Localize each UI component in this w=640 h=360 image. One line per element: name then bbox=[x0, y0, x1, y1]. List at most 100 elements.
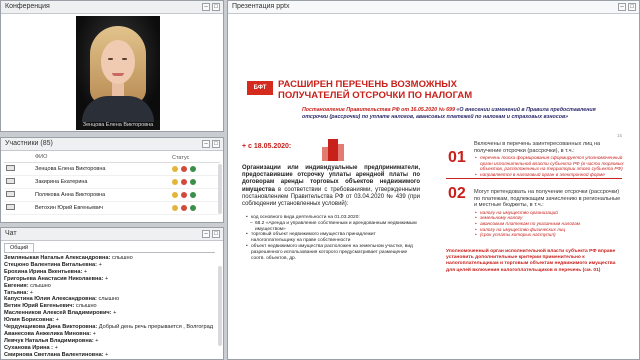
slide: БФТ РАСШИРЕН ПЕРЕЧЕНЬ ВОЗМОЖНЫХ ПОЛУЧАТЕ… bbox=[242, 73, 628, 293]
slide-red-item: (срок уплаты которых наступил) bbox=[474, 232, 624, 238]
participant-status bbox=[172, 166, 220, 172]
chat-text: + bbox=[54, 317, 59, 324]
chat-text: + bbox=[93, 337, 99, 344]
table-row[interactable]: Полякова Анна Викторовна bbox=[4, 189, 220, 202]
participants-title: Участники (85) bbox=[5, 140, 53, 147]
video-feed[interactable]: Зенцова Елена Викторовна bbox=[76, 16, 160, 130]
chat-author: Стецюно Валентина Витальевна: bbox=[4, 261, 98, 268]
chat-message: Левчук Наталья Владимировна: + bbox=[4, 338, 215, 345]
chat-author: Евгения: bbox=[4, 282, 29, 289]
chat-author: Смирнова Светлана Валентиновна: bbox=[4, 351, 104, 358]
participant-status bbox=[172, 179, 220, 185]
chat-text: + bbox=[53, 344, 58, 351]
participants-header: Участники (85) – □ bbox=[1, 138, 223, 151]
chat-author: Чердунщикова Дина Викторовна: bbox=[4, 324, 98, 331]
chat-text: слышно bbox=[28, 282, 51, 289]
participants-table-header: ФИО Статус bbox=[4, 154, 220, 163]
column-header-status[interactable]: Статус bbox=[172, 154, 220, 162]
chat-message: Аванесова Анжелика Миновна: + bbox=[4, 331, 215, 338]
chat-author: Ерохина Ирина Вкентьевна: bbox=[4, 268, 83, 275]
chat-text: слышно bbox=[110, 255, 133, 261]
participants-scrollbar[interactable] bbox=[218, 164, 222, 214]
chat-text: слышно bbox=[96, 296, 120, 303]
chat-message: Чердунщикова Дина Викторовна: Добрый ден… bbox=[4, 324, 215, 331]
bft-logo: БФТ bbox=[247, 81, 273, 95]
chat-text: Добрый день речь прерывается , Волгоград bbox=[97, 324, 213, 331]
chat-author: Аванесова Анжелика Миновна: bbox=[4, 330, 92, 337]
chat-author: Суханова Ирина : bbox=[4, 344, 54, 351]
participant-name: Закирина Екатерина bbox=[35, 179, 88, 185]
chat-message: Григорьева Анастасия Николаевна: + bbox=[4, 276, 215, 283]
status-icon[interactable] bbox=[181, 179, 187, 185]
slide-block-02: Могут претендовать на получение отсрочки… bbox=[474, 189, 624, 238]
chat-message: Евгения: слышно bbox=[4, 283, 215, 290]
slide-bullet-list: код основного вида деятельности на 01.03… bbox=[246, 215, 418, 261]
status-icon[interactable] bbox=[190, 166, 196, 172]
status-icon[interactable] bbox=[190, 192, 196, 198]
participant-name: Полякова Анна Викторовна bbox=[35, 192, 106, 198]
maximize-icon[interactable]: □ bbox=[212, 230, 220, 238]
participant-status bbox=[172, 192, 220, 198]
table-row[interactable]: Закирина Екатерина bbox=[4, 176, 220, 189]
chat-author: Масленников Алексей Владимирович: bbox=[4, 310, 112, 317]
chat-author: Юлия Борисовна: bbox=[4, 317, 55, 324]
chat-header: Чат – □ bbox=[1, 228, 223, 241]
participant-icon bbox=[6, 178, 15, 184]
presentation-header: Презентация pptx – □ bbox=[228, 1, 639, 14]
chat-author: Григорьева Анастасия Николаевна: bbox=[4, 275, 104, 282]
minimize-icon[interactable]: – bbox=[202, 230, 210, 238]
minimize-icon[interactable]: – bbox=[618, 3, 626, 11]
chat-tab-general[interactable]: Общий bbox=[4, 243, 35, 252]
slide-divider bbox=[446, 178, 622, 179]
conference-title: Конференция bbox=[5, 3, 50, 10]
status-icon[interactable] bbox=[172, 205, 178, 211]
chat-author: Ветин Юрий Евгеньевич: bbox=[4, 303, 75, 310]
slide-note: Уполномоченный орган исполнительной влас… bbox=[446, 249, 616, 273]
status-icon[interactable] bbox=[181, 166, 187, 172]
maximize-icon[interactable]: □ bbox=[212, 140, 220, 148]
slide-page-number: 15 bbox=[616, 133, 622, 138]
chat-message: Ерохина Ирина Вкентьевна: + bbox=[4, 269, 215, 276]
chat-title: Чат bbox=[5, 230, 17, 237]
maximize-icon[interactable]: □ bbox=[212, 3, 220, 11]
status-icon[interactable] bbox=[190, 205, 196, 211]
slide-bullet: 68.2 «Аренда и управление собственным и … bbox=[246, 221, 418, 233]
status-icon[interactable] bbox=[181, 192, 187, 198]
participant-status bbox=[172, 205, 220, 211]
participant-icon bbox=[6, 204, 15, 210]
status-icon[interactable] bbox=[172, 179, 178, 185]
chat-message: Масленников Алексей Владимирович: + bbox=[4, 310, 215, 317]
chat-author: Татьяна: bbox=[4, 289, 29, 296]
conference-header: Конференция – □ bbox=[1, 1, 223, 14]
slide-block-01: Включены в перечень заинтересованных лиц… bbox=[474, 141, 624, 178]
table-row[interactable]: Зенцова Елена Викторовна bbox=[4, 163, 220, 176]
chat-messages: Земляныкая Наталья Александровна: слышно… bbox=[4, 252, 215, 358]
chat-text: слышно bbox=[74, 303, 97, 310]
slide-lead-text: Организации или индивидуальные предприни… bbox=[242, 165, 420, 208]
table-row[interactable]: Ветохин Юрий Евгеньевич bbox=[4, 202, 220, 215]
maximize-icon[interactable]: □ bbox=[628, 3, 636, 11]
chat-author: Капустина Юлия Александровна: bbox=[4, 296, 97, 303]
participant-name: Зенцова Елена Викторовна bbox=[35, 166, 106, 172]
chat-text: + bbox=[97, 261, 102, 268]
slide-number-02: 02 bbox=[448, 185, 466, 202]
chat-message: Земляныкая Наталья Александровна: слышно bbox=[4, 255, 215, 262]
minimize-icon[interactable]: – bbox=[202, 3, 210, 11]
slide-title: РАСШИРЕН ПЕРЕЧЕНЬ ВОЗМОЖНЫХ ПОЛУЧАТЕЛЕЙ … bbox=[278, 79, 473, 101]
minimize-icon[interactable]: – bbox=[202, 140, 210, 148]
participant-name: Ветохин Юрий Евгеньевич bbox=[35, 205, 104, 211]
status-icon[interactable] bbox=[190, 179, 196, 185]
slide-subtitle: Постановление Правительства РФ от 16.05.… bbox=[302, 107, 596, 120]
chat-text: + bbox=[103, 351, 109, 358]
slide-red-item: направляется в налоговый орган в электро… bbox=[474, 172, 624, 178]
participant-icon bbox=[6, 191, 15, 197]
status-icon[interactable] bbox=[172, 192, 178, 198]
chat-panel: Чат – □ Общий Земляныкая Наталья Алексан… bbox=[0, 227, 224, 360]
status-icon[interactable] bbox=[181, 205, 187, 211]
chat-text: + bbox=[103, 275, 109, 282]
conference-panel: Конференция – □ Зенцова Елена Викторовна bbox=[0, 0, 224, 132]
building-icon bbox=[322, 139, 344, 161]
status-icon[interactable] bbox=[172, 166, 178, 172]
chat-scrollbar[interactable] bbox=[218, 266, 222, 346]
column-header-name[interactable]: ФИО bbox=[32, 154, 172, 162]
